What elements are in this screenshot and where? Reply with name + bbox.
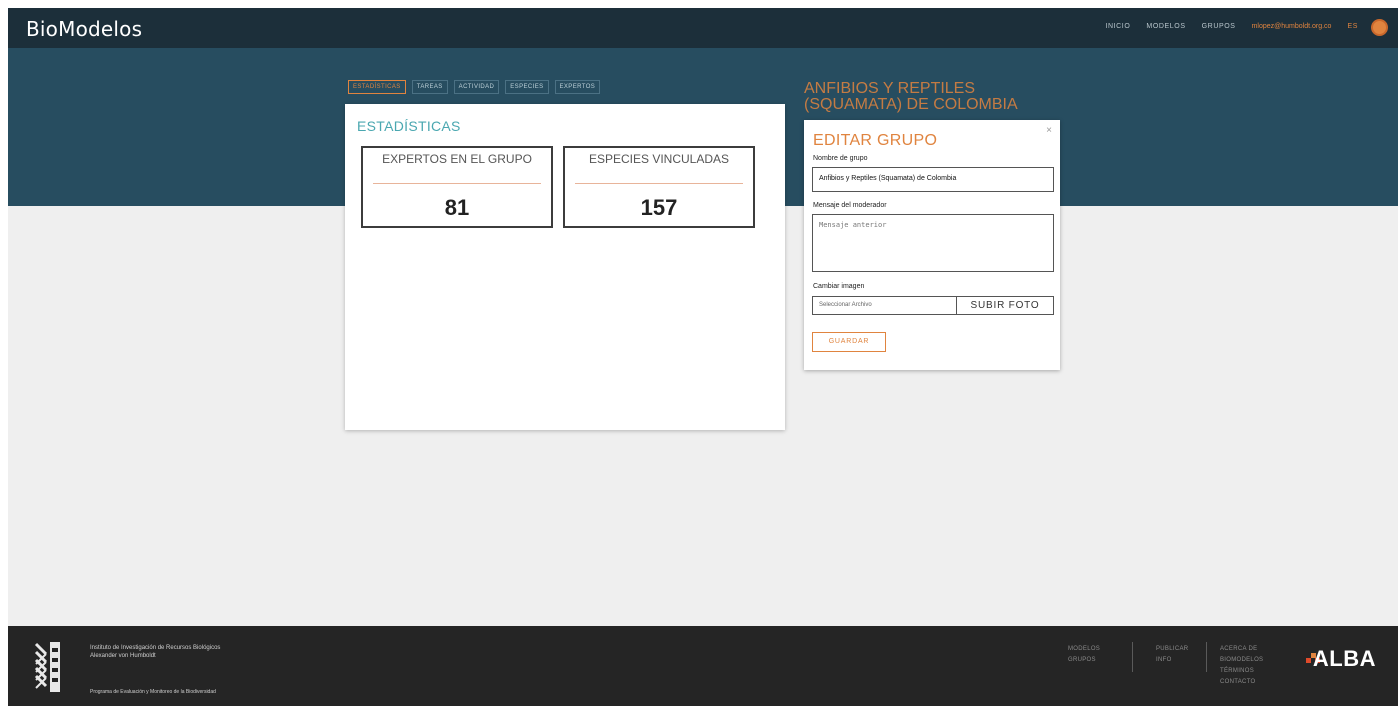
top-navbar: BioModelos INICIO MODELOS GRUPOS mlopez@… — [8, 8, 1398, 48]
alba-logo: ALBA — [1312, 646, 1376, 671]
stat-label: EXPERTOS EN EL GRUPO — [382, 152, 532, 166]
app-frame: BioModelos INICIO MODELOS GRUPOS mlopez@… — [8, 8, 1398, 706]
edit-group-modal: × EDITAR GRUPO Nombre de grupo Anfibios … — [804, 120, 1060, 370]
stat-label: ESPECIES VINCULADAS — [588, 152, 730, 166]
footer-link-grupos[interactable]: GRUPOS — [1068, 655, 1100, 666]
main-nav: INICIO MODELOS GRUPOS mlopez@humboldt.or… — [1105, 23, 1358, 30]
footer-link-acerca[interactable]: ACERCA DE BIOMODELOS — [1220, 644, 1280, 666]
footer-col-1: MODELOS GRUPOS — [1068, 644, 1100, 666]
humboldt-logo-icon — [32, 638, 64, 696]
stat-value: 81 — [444, 195, 470, 220]
group-name-field[interactable]: Anfibios y Reptiles (Squamata) de Colomb… — [812, 167, 1054, 192]
modal-title: EDITAR GRUPO — [813, 132, 938, 149]
stat-card-experts: EXPERTOS EN EL GRUPO 81 — [361, 146, 553, 228]
file-placeholder: Seleccionar Archivo — [819, 302, 872, 308]
stats-panel: ESTADÍSTICAS EXPERTOS EN EL GRUPO 81 ESP… — [345, 104, 785, 430]
footer-col-3: ACERCA DE BIOMODELOS TÉRMINOS CONTACTO — [1220, 644, 1280, 688]
stat-divider — [575, 183, 743, 184]
group-tabs: ESTADÍSTICAS TAREAS ACTIVIDAD ESPECIES E… — [348, 80, 601, 94]
program-name: Programa de Evaluación y Monitoreo de la… — [90, 689, 216, 695]
file-input[interactable]: Seleccionar Archivo SUBIR FOTO — [812, 296, 1054, 315]
tab-expertos[interactable]: EXPERTOS — [554, 80, 601, 94]
stat-divider — [373, 183, 541, 184]
footer-link-info[interactable]: INFO — [1156, 655, 1188, 666]
footer-link-modelos[interactable]: MODELOS — [1068, 644, 1100, 655]
group-name-label: Nombre de grupo — [813, 155, 868, 162]
save-button[interactable]: GUARDAR — [812, 332, 886, 352]
moderator-message-textarea[interactable]: Mensaje anterior — [812, 214, 1054, 272]
nav-modelos[interactable]: MODELOS — [1146, 23, 1185, 30]
footer-divider — [1206, 642, 1207, 672]
brand-logo[interactable]: BioModelos — [26, 17, 142, 41]
tab-tareas[interactable]: TAREAS — [411, 80, 448, 94]
nav-inicio[interactable]: INICIO — [1105, 23, 1130, 30]
group-title: ANFIBIOS Y REPTILES (SQUAMATA) DE COLOMB… — [804, 80, 1018, 113]
footer-col-2: PUBLICAR INFO — [1156, 644, 1188, 666]
change-image-label: Cambiar imagen — [813, 283, 865, 290]
stat-value: 157 — [640, 195, 678, 220]
stat-card-species: ESPECIES VINCULADAS 157 — [563, 146, 755, 228]
upload-photo-button[interactable]: SUBIR FOTO — [956, 297, 1053, 314]
tab-estadisticas[interactable]: ESTADÍSTICAS — [348, 80, 406, 94]
avatar[interactable] — [1371, 19, 1388, 36]
footer: Instituto de Investigación de Recursos B… — [8, 626, 1398, 706]
moderator-message-label: Mensaje del moderador — [813, 202, 887, 209]
footer-link-contacto[interactable]: CONTACTO — [1220, 677, 1280, 688]
nav-grupos[interactable]: GRUPOS — [1202, 23, 1236, 30]
org-line-1: Instituto de Investigación de Recursos B… — [90, 645, 221, 651]
footer-link-terminos[interactable]: TÉRMINOS — [1220, 666, 1280, 677]
close-icon[interactable]: × — [1046, 125, 1052, 136]
org-line-2: Alexander von Humboldt — [90, 653, 156, 659]
language-toggle[interactable]: ES — [1347, 23, 1358, 30]
stats-title: ESTADÍSTICAS — [357, 118, 461, 134]
footer-link-publicar[interactable]: PUBLICAR — [1156, 644, 1188, 655]
user-email-link[interactable]: mlopez@humboldt.org.co — [1252, 23, 1332, 30]
org-name: Instituto de Investigación de Recursos B… — [90, 644, 220, 660]
tab-especies[interactable]: ESPECIES — [505, 80, 549, 94]
footer-divider — [1132, 642, 1133, 672]
tab-actividad[interactable]: ACTIVIDAD — [453, 80, 500, 94]
